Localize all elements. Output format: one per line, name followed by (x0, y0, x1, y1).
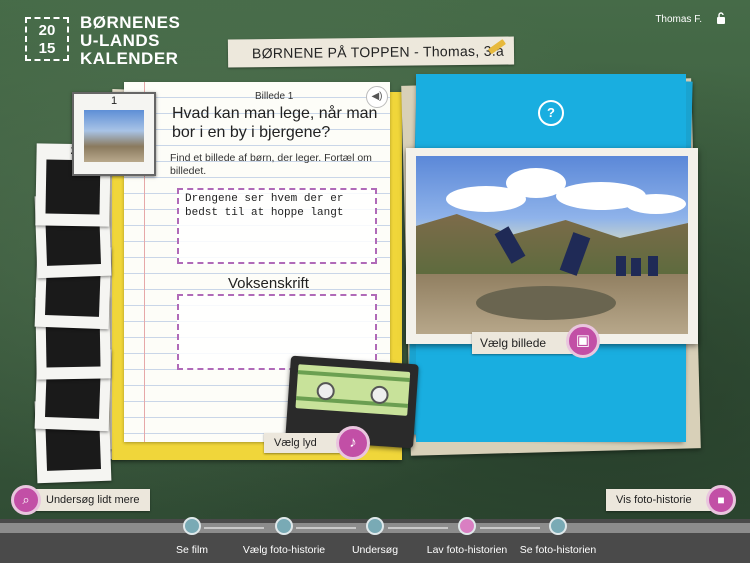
image-icon[interactable]: ▣ (566, 324, 600, 358)
picture-label: Billede 1 (255, 91, 294, 102)
instruction-text: Find et billede af børn, der leger. Fort… (170, 152, 372, 177)
user-name[interactable]: Thomas F. (655, 14, 702, 25)
adult-writing-heading: Voksenskrift (228, 275, 309, 292)
slide-number: 1 (110, 95, 118, 107)
music-note-icon[interactable]: ♪ (336, 426, 370, 460)
answer-textbox[interactable]: Drengene ser hvem der er bedst til at ho… (177, 188, 377, 264)
selected-photo (416, 156, 688, 334)
step-label[interactable]: Vælg foto-historie (243, 544, 325, 556)
question-text: Hvad kan man lege, når man bor i en by i… (172, 105, 378, 141)
lock-icon[interactable] (716, 12, 726, 24)
page-title-banner: BØRNENE PÅ TOPPEN - Thomas, 3.a (227, 36, 515, 68)
step-2-choose-photo-story[interactable] (275, 517, 293, 535)
logo-line-3: KALENDER (80, 49, 179, 68)
step-connector (204, 527, 264, 529)
search-icon[interactable]: ⌕ (11, 485, 41, 515)
step-label[interactable]: Lav foto-historien (427, 544, 508, 556)
step-1-watch-film[interactable] (183, 517, 201, 535)
photo-frame (406, 148, 698, 344)
choose-picture-label[interactable]: Vælg billede (472, 332, 578, 354)
step-label[interactable]: Se film (176, 544, 208, 556)
step-connector (480, 527, 540, 529)
show-photo-story-label[interactable]: Vis foto-historie (606, 489, 714, 511)
slide-1[interactable]: 1 (72, 92, 156, 176)
logo-line-2: U-LANDS (80, 31, 160, 50)
step-connector (296, 527, 356, 529)
explore-more-label[interactable]: Undersøg lidt mere (30, 489, 150, 511)
step-4-make-photo-story[interactable] (458, 517, 476, 535)
video-camera-icon[interactable]: ■ (706, 485, 736, 515)
step-connector (388, 527, 448, 529)
page-title: BØRNENE PÅ TOPPEN - Thomas, 3.a (251, 42, 505, 62)
logo-year-box: 20 15 (25, 17, 69, 61)
step-label[interactable]: Undersøg (352, 544, 398, 556)
step-label[interactable]: Se foto-historien (520, 544, 596, 556)
step-3-explore[interactable] (366, 517, 384, 535)
help-button[interactable]: ? (538, 100, 564, 126)
choose-sound-label[interactable]: Vælg lyd (264, 433, 344, 453)
logo-line-1: BØRNENES (80, 13, 181, 32)
step-5-view-photo-story[interactable] (549, 517, 567, 535)
logo-text: BØRNENES U-LANDS KALENDER (80, 14, 180, 68)
